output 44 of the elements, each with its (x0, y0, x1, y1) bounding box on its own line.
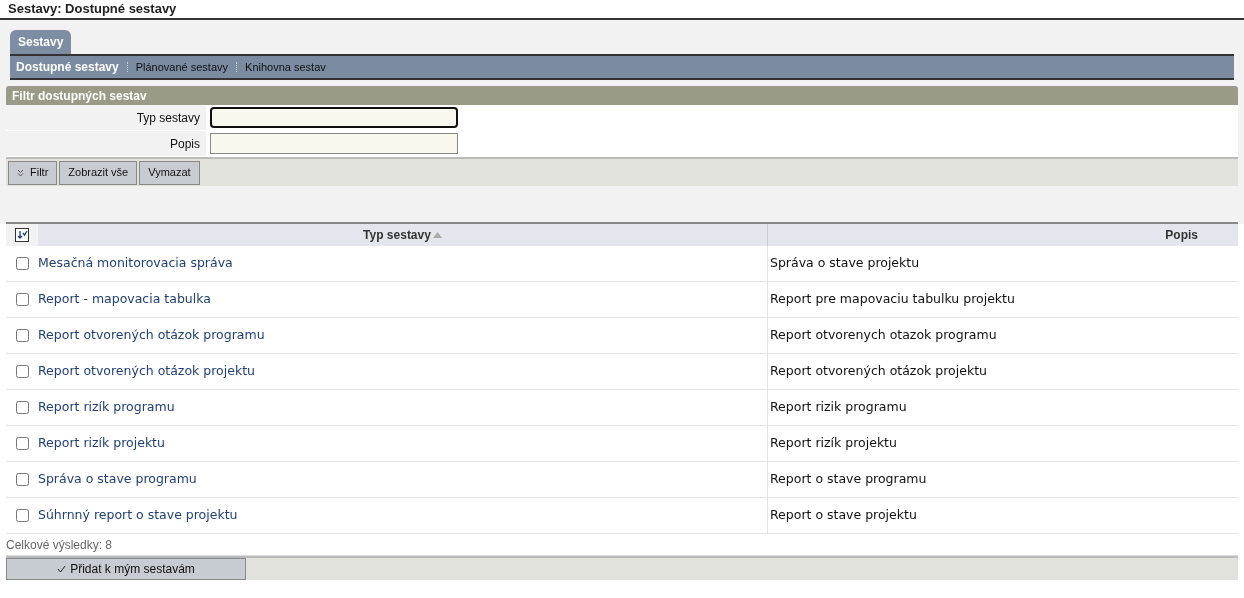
toolbar-button[interactable]: Vymazat (139, 160, 200, 185)
subnav-link[interactable]: Knihovna sestav (245, 58, 326, 76)
report-link[interactable]: Report otvorených otázok programu (38, 326, 265, 345)
table-cell: Report rizik programu (770, 398, 907, 417)
column-label: Typ sestavy (363, 227, 431, 244)
toolbar-button[interactable]: Filtr (8, 160, 58, 185)
select-all-icon[interactable] (15, 228, 29, 242)
row-checkbox[interactable] (15, 437, 29, 450)
report-link[interactable]: Správa o stave programu (38, 470, 197, 489)
column-label: Popis (1165, 227, 1198, 244)
report-link[interactable]: Report rizík projektu (38, 434, 165, 453)
expand-icon (17, 168, 24, 177)
report-link[interactable]: Report - mapovacia tabulka (38, 290, 211, 309)
report-link[interactable]: Súhrnný report o stave projektu (38, 506, 238, 525)
report-link[interactable]: Report otvorených otázok projektu (38, 362, 255, 381)
field-label: Popis (168, 135, 201, 153)
row-checkbox[interactable] (15, 401, 29, 414)
report-link[interactable]: Report rizík programu (38, 398, 175, 417)
check-icon (57, 565, 67, 573)
table-cell: Report o stave programu (770, 470, 927, 489)
row-checkbox[interactable] (15, 473, 29, 486)
page-title: Sestavy: Dostupné sestavy (8, 0, 177, 19)
results-count: Celkové výsledky: 8 (6, 536, 113, 554)
row-checkbox[interactable] (15, 329, 29, 342)
row-checkbox[interactable] (15, 293, 29, 306)
table-cell: Správa o stave projektu (770, 254, 920, 273)
text-field[interactable] (210, 107, 458, 128)
table-cell: Report rizík projektu (770, 434, 897, 453)
column-header[interactable]: Typ sestavy (38, 224, 768, 246)
row-checkbox[interactable] (15, 257, 29, 270)
row-checkbox[interactable] (15, 365, 29, 378)
add-button[interactable]: Přidat k mým sestavám (6, 558, 246, 580)
table-cell: Report o stave projektu (770, 506, 917, 525)
filter-header: Filtr dostupných sestav (6, 86, 1238, 105)
field-label: Typ sestavy (135, 109, 201, 127)
table-cell: Report otvorených otázok projektu (770, 362, 987, 381)
table-cell: Report pre mapovaciu tabulku projektu (770, 290, 1015, 309)
subnav-link[interactable]: Plánované sestavy (135, 58, 229, 76)
table-cell: Report otvorenych otazok programu (770, 326, 997, 345)
toolbar-button[interactable]: Zobrazit vše (59, 160, 138, 185)
row-checkbox[interactable] (15, 509, 29, 522)
text-field[interactable] (210, 133, 458, 154)
report-link[interactable]: Mesačná monitorovacia správa (38, 254, 233, 273)
column-header[interactable]: Popis (768, 224, 1238, 246)
